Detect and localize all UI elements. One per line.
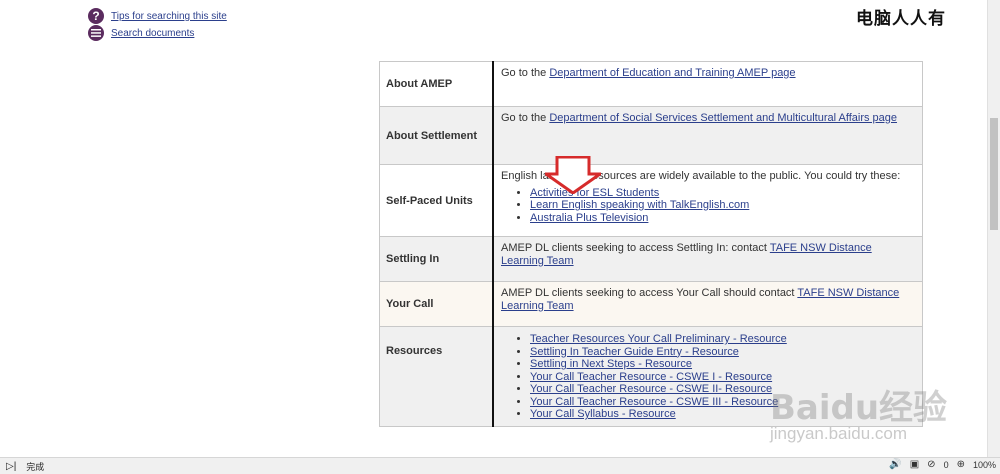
zoom-level[interactable]: 100% bbox=[973, 460, 996, 470]
resource-link[interactable]: Settling in Next Steps - Resource bbox=[530, 358, 692, 370]
resource-link[interactable]: Settling In Teacher Guide Entry - Resour… bbox=[530, 346, 739, 358]
tips-search-row[interactable]: ? Tips for searching this site bbox=[88, 8, 227, 24]
list-item: Settling in Next Steps - Resource bbox=[530, 358, 915, 371]
download-icon[interactable]: ▣ bbox=[910, 459, 919, 470]
row-text: Go to the bbox=[501, 112, 550, 124]
scroll-thumb[interactable] bbox=[990, 118, 998, 230]
resource-link[interactable]: Your Call Teacher Resource - CSWE III - … bbox=[530, 396, 778, 408]
resource-link[interactable]: Your Call Syllabus - Resource bbox=[530, 408, 676, 420]
question-icon: ? bbox=[88, 8, 104, 24]
list-item: Learn English speaking with TalkEnglish.… bbox=[530, 199, 915, 212]
list-item: Teacher Resources Your Call Preliminary … bbox=[530, 333, 915, 346]
row-header: About Settlement bbox=[379, 106, 494, 165]
row-header: Your Call bbox=[379, 281, 494, 327]
search-docs-row[interactable]: Search documents bbox=[88, 25, 194, 41]
search-docs-link[interactable]: Search documents bbox=[111, 28, 194, 39]
play-page-icon[interactable]: ▷| bbox=[6, 461, 16, 472]
speaker-icon[interactable]: 🔊 bbox=[889, 459, 901, 470]
resource-link[interactable]: Teacher Resources Your Call Preliminary … bbox=[530, 333, 787, 345]
row-header: Settling In bbox=[379, 236, 494, 282]
block-icon[interactable]: ⊘ bbox=[927, 459, 935, 470]
table-row: About AMEP Go to the Department of Educa… bbox=[379, 61, 923, 107]
baidu-watermark-url: jingyan.baidu.com bbox=[770, 424, 908, 443]
row-text: AMEP DL clients seeking to access Your C… bbox=[501, 287, 798, 299]
row-content: AMEP DL clients seeking to access Settli… bbox=[492, 236, 923, 282]
settlement-page-link[interactable]: Department of Social Services Settlement… bbox=[549, 112, 897, 124]
table-row: Settling In AMEP DL clients seeking to a… bbox=[379, 236, 923, 282]
row-content: AMEP DL clients seeking to access Your C… bbox=[492, 281, 923, 327]
australia-plus-link[interactable]: Australia Plus Television bbox=[530, 212, 648, 224]
row-header: About AMEP bbox=[379, 61, 494, 107]
zoom-icon[interactable]: ⊕ bbox=[957, 459, 965, 470]
row-header: Self-Paced Units bbox=[379, 164, 494, 237]
list-item: Australia Plus Television bbox=[530, 212, 915, 225]
row-text: Go to the bbox=[501, 67, 550, 79]
row-content: Go to the Department of Education and Tr… bbox=[492, 61, 923, 107]
list-item: Settling In Teacher Guide Entry - Resour… bbox=[530, 346, 915, 359]
table-row: Your Call AMEP DL clients seeking to acc… bbox=[379, 281, 923, 327]
row-header: Resources bbox=[379, 326, 494, 427]
status-text: 完成 bbox=[26, 461, 45, 472]
status-bar: ▷| 完成 🔊 ▣ ⊘ 0 ⊕ 100% bbox=[0, 457, 1000, 474]
watermark-top: 电脑人人有 bbox=[856, 9, 946, 29]
resource-link[interactable]: Your Call Teacher Resource - CSWE I - Re… bbox=[530, 371, 772, 383]
table-row: About Settlement Go to the Department of… bbox=[379, 106, 923, 165]
amep-info-table: About AMEP Go to the Department of Educa… bbox=[379, 61, 923, 427]
red-down-arrow-icon bbox=[545, 156, 601, 194]
tips-search-link[interactable]: Tips for searching this site bbox=[111, 11, 227, 22]
table-row: Self-Paced Units English language resour… bbox=[379, 164, 923, 237]
amep-page-link[interactable]: Department of Education and Training AME… bbox=[549, 67, 795, 79]
vertical-scrollbar[interactable] bbox=[987, 0, 1000, 458]
talkenglish-link[interactable]: Learn English speaking with TalkEnglish.… bbox=[530, 199, 749, 211]
blocked-count: 0 bbox=[943, 459, 949, 470]
resource-link[interactable]: Your Call Teacher Resource - CSWE II- Re… bbox=[530, 383, 772, 395]
baidu-watermark: Baidu经验 bbox=[770, 388, 948, 428]
row-text: AMEP DL clients seeking to access Settli… bbox=[501, 242, 770, 254]
menu-lines-icon bbox=[88, 25, 104, 41]
